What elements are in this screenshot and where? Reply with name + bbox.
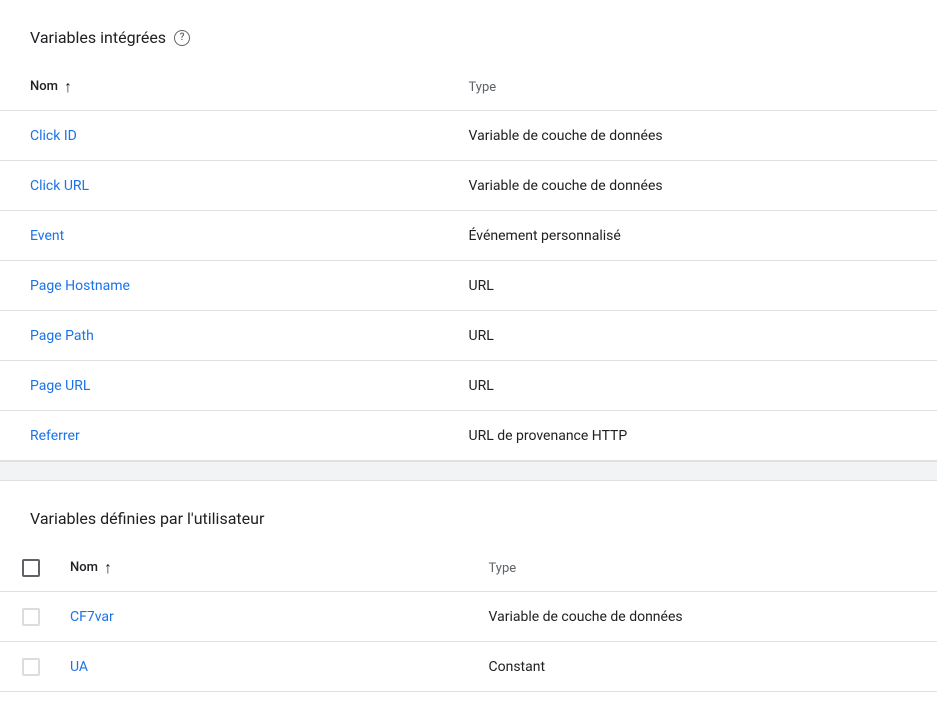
variable-type: Variable de couche de données	[469, 178, 663, 194]
sort-arrow-up-icon: ↑	[104, 558, 112, 578]
select-all-checkbox[interactable]	[22, 559, 40, 577]
table-row[interactable]: Click ID Variable de couche de données	[0, 111, 937, 161]
table-row[interactable]: Event Événement personnalisé	[0, 211, 937, 261]
variable-type: Événement personnalisé	[469, 228, 621, 244]
user-variables-section: Variables définies par l'utilisateur Nom…	[0, 481, 937, 692]
column-type-label: Type	[469, 80, 497, 95]
table-row[interactable]: UA Constant	[0, 642, 937, 692]
column-header-type[interactable]: Type	[469, 79, 908, 95]
section-title: Variables définies par l'utilisateur	[30, 509, 264, 528]
variable-link[interactable]: Click ID	[30, 128, 77, 144]
variable-type: Variable de couche de données	[469, 128, 663, 144]
row-checkbox[interactable]	[22, 608, 40, 626]
column-name-label: Nom	[30, 79, 58, 94]
column-type-label: Type	[489, 561, 517, 576]
variable-type: Variable de couche de données	[489, 609, 683, 625]
user-variables-table: Nom ↑ Type CF7var Variable de couche de …	[0, 544, 937, 692]
section-header: Variables intégrées ?	[0, 0, 937, 63]
section-header: Variables définies par l'utilisateur	[0, 481, 937, 544]
variable-type: URL	[469, 378, 494, 394]
variable-link[interactable]: Page Hostname	[30, 278, 130, 294]
checkbox-column	[22, 608, 70, 626]
variable-link[interactable]: Referrer	[30, 428, 80, 444]
variable-link[interactable]: Page Path	[30, 328, 94, 344]
column-header-name[interactable]: Nom ↑	[30, 77, 469, 97]
table-row[interactable]: Referrer URL de provenance HTTP	[0, 411, 937, 461]
variable-link[interactable]: Page URL	[30, 378, 90, 394]
column-name-label: Nom	[70, 560, 98, 575]
variable-type: URL	[469, 328, 494, 344]
table-row[interactable]: Page Hostname URL	[0, 261, 937, 311]
checkbox-column	[22, 559, 70, 577]
column-header-name[interactable]: Nom ↑	[70, 558, 489, 578]
variable-type: Constant	[489, 659, 546, 675]
table-row[interactable]: Page URL URL	[0, 361, 937, 411]
table-header-row: Nom ↑ Type	[0, 544, 937, 592]
table-row[interactable]: Page Path URL	[0, 311, 937, 361]
variable-type: URL	[469, 278, 494, 294]
table-row[interactable]: Click URL Variable de couche de données	[0, 161, 937, 211]
help-icon[interactable]: ?	[174, 30, 190, 46]
builtin-variables-section: Variables intégrées ? Nom ↑ Type Click I…	[0, 0, 937, 461]
sort-arrow-up-icon: ↑	[64, 77, 72, 97]
variable-link[interactable]: UA	[70, 659, 88, 675]
builtin-variables-table: Nom ↑ Type Click ID Variable de couche d…	[0, 63, 937, 461]
column-header-type[interactable]: Type	[489, 560, 908, 576]
section-title: Variables intégrées	[30, 28, 166, 47]
row-checkbox[interactable]	[22, 658, 40, 676]
variable-link[interactable]: Click URL	[30, 178, 89, 194]
section-divider	[0, 461, 937, 481]
variable-link[interactable]: CF7var	[70, 609, 114, 625]
variable-type: URL de provenance HTTP	[469, 428, 628, 444]
table-row[interactable]: CF7var Variable de couche de données	[0, 592, 937, 642]
checkbox-column	[22, 658, 70, 676]
variable-link[interactable]: Event	[30, 228, 64, 244]
table-header-row: Nom ↑ Type	[0, 63, 937, 111]
